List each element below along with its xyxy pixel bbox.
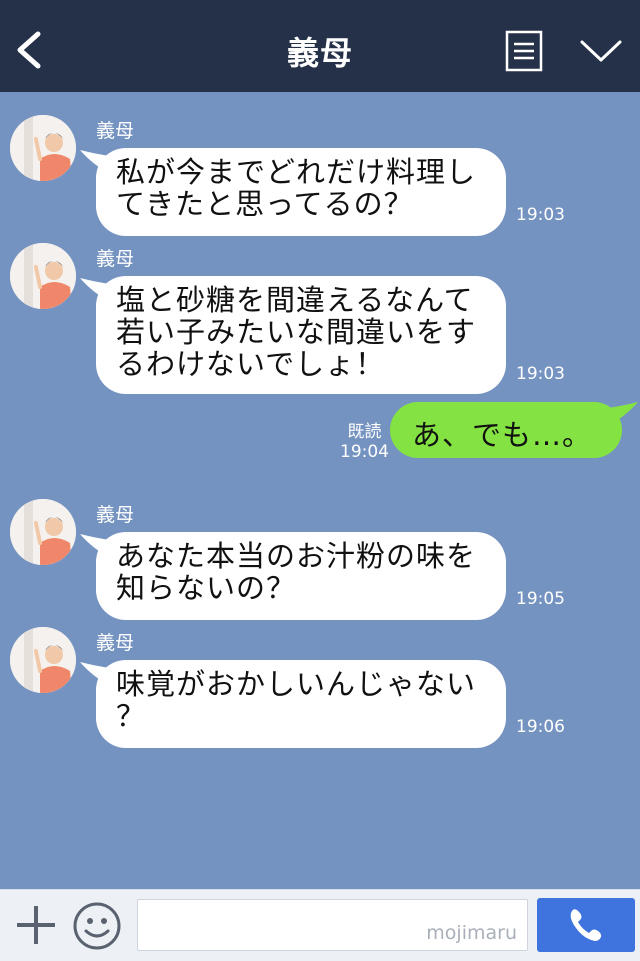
- document-list-icon: [505, 30, 543, 72]
- message-line: るわけないでしょ！: [116, 347, 386, 381]
- watermark: mojimaru: [426, 922, 517, 944]
- message-line: てきたと思ってるの？: [116, 187, 414, 221]
- avatar[interactable]: [10, 115, 76, 181]
- message-line: 味覚がおかしいんじゃない: [116, 667, 477, 701]
- chat-area[interactable]: 義母 私が今までどれだけ料理し てきたと思ってるの？ 19:03 義母 塩と砂糖…: [0, 92, 640, 889]
- smiley-icon: [73, 902, 121, 950]
- chevron-down-icon: [580, 40, 622, 62]
- message-line: 若い子みたいな間違いをす: [116, 315, 477, 349]
- sender-name: 義母: [96, 120, 135, 142]
- message-line: 私が今までどれだけ料理し: [116, 155, 477, 189]
- input-bar: mojimaru: [0, 889, 640, 961]
- outgoing-message-bubble[interactable]: あ、でも…。: [390, 402, 638, 458]
- message-time: 19:06: [516, 717, 565, 737]
- avatar-photo: [10, 115, 76, 181]
- message-time: 19:03: [516, 205, 565, 225]
- message-time: 19:05: [516, 589, 565, 609]
- bubble-tail: [80, 534, 110, 558]
- avatar-photo: [10, 499, 76, 565]
- phone-icon: [570, 909, 602, 941]
- message-line: 塩と砂糖を間違えるなんて: [116, 283, 474, 317]
- avatar[interactable]: [10, 499, 76, 565]
- chat-title: 義母: [286, 34, 353, 72]
- avatar-photo: [10, 627, 76, 693]
- message-input[interactable]: mojimaru: [137, 899, 528, 951]
- emoji-button[interactable]: [72, 901, 122, 951]
- message-line: ？: [116, 699, 147, 733]
- add-button[interactable]: [14, 903, 58, 947]
- sender-name: 義母: [96, 248, 135, 270]
- avatar[interactable]: [10, 627, 76, 693]
- bubble-tail: [80, 278, 110, 302]
- bubble-tail: [80, 662, 110, 686]
- message-bubble[interactable]: 味覚がおかしいんじゃない ？: [80, 660, 506, 748]
- sender-name: 義母: [96, 504, 135, 526]
- avatar-photo: [10, 243, 76, 309]
- chat-header: 義母: [0, 0, 640, 92]
- collapse-button[interactable]: [578, 36, 624, 66]
- outgoing-time: 19:04: [340, 442, 389, 462]
- read-receipt: 既読 19:04: [340, 417, 389, 462]
- outgoing-text: あ、でも…。: [412, 418, 593, 452]
- plus-icon: [17, 906, 55, 944]
- bubble-tail: [80, 150, 110, 174]
- read-label: 既読: [347, 422, 382, 442]
- message-line: あなた本当のお汁粉の味を: [116, 539, 477, 573]
- message-bubble[interactable]: あなた本当のお汁粉の味を 知らないの？: [80, 532, 506, 620]
- message-line: 知らないの？: [116, 571, 297, 605]
- call-button[interactable]: [537, 898, 635, 952]
- message-bubble[interactable]: 私が今までどれだけ料理し てきたと思ってるの？: [80, 148, 506, 236]
- bubble-tail: [608, 402, 638, 426]
- message-time: 19:03: [516, 364, 565, 384]
- avatar[interactable]: [10, 243, 76, 309]
- message-bubble[interactable]: 塩と砂糖を間違えるなんて 若い子みたいな間違いをす るわけないでしょ！: [80, 276, 506, 394]
- menu-button[interactable]: [505, 30, 543, 72]
- sender-name: 義母: [96, 632, 135, 654]
